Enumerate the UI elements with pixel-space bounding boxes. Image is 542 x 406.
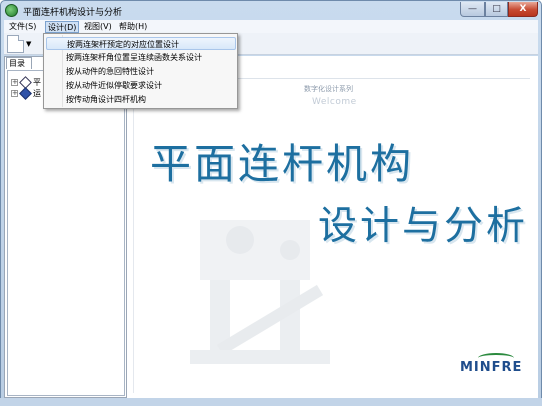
tab-catalog[interactable]: 目录 [6, 57, 32, 69]
new-document-button[interactable] [7, 35, 24, 53]
tree-item-label: 平 [33, 78, 41, 87]
minimize-button[interactable]: — [460, 2, 485, 17]
expand-icon[interactable]: + [11, 90, 18, 97]
tree-item-label: 运 [33, 89, 41, 98]
window-bottom-border [0, 398, 542, 406]
expand-icon[interactable]: + [11, 79, 18, 86]
maximize-button[interactable]: □ [485, 2, 508, 17]
mechanism-illustration [190, 220, 330, 364]
tree-view[interactable]: + 平 + 运 [7, 70, 125, 396]
menu-help[interactable]: 帮助(H) [117, 21, 149, 33]
splash-welcome: Welcome [312, 97, 357, 107]
menu-item-design-by-dwell[interactable]: 按从动件近似停歇要求设计 [66, 79, 162, 92]
menu-item-design-by-positions[interactable]: 按两连架杆预定的对应位置设计 [46, 37, 236, 50]
menu-file[interactable]: 文件(S) [7, 21, 38, 33]
app-icon[interactable] [5, 4, 18, 17]
close-button[interactable]: X [508, 2, 538, 17]
menu-design[interactable]: 设计(D) [45, 21, 80, 33]
design-menu-dropdown: 按两连架杆预定的对应位置设计 按两连架杆角位置呈连续函数关系设计 按从动件的急回… [43, 33, 238, 109]
toolbar-dropdown-arrow[interactable]: ▼ [26, 40, 31, 48]
company-logo: MINFRE [460, 360, 523, 375]
menu-item-design-by-transmission-angle[interactable]: 按传动角设计四杆机构 [66, 93, 146, 106]
menu-bar: 文件(S) 设计(D) 视图(V) 帮助(H) [4, 20, 538, 33]
splash-title-line2: 设计与分析 [318, 204, 529, 249]
splash-subtitle: 数字化设计系列 [304, 85, 353, 93]
menu-item-design-by-function[interactable]: 按两连架杆角位置呈连续函数关系设计 [66, 51, 202, 64]
menu-item-design-by-quick-return[interactable]: 按从动件的急回特性设计 [66, 65, 154, 78]
diamond-icon [19, 87, 32, 100]
title-bar[interactable]: 平面连杆机构设计与分析 — □ X [1, 1, 541, 21]
window-title: 平面连杆机构设计与分析 [23, 8, 123, 18]
menu-view[interactable]: 视图(V) [82, 21, 114, 33]
splash-title-line1: 平面连杆机构 [150, 140, 414, 188]
